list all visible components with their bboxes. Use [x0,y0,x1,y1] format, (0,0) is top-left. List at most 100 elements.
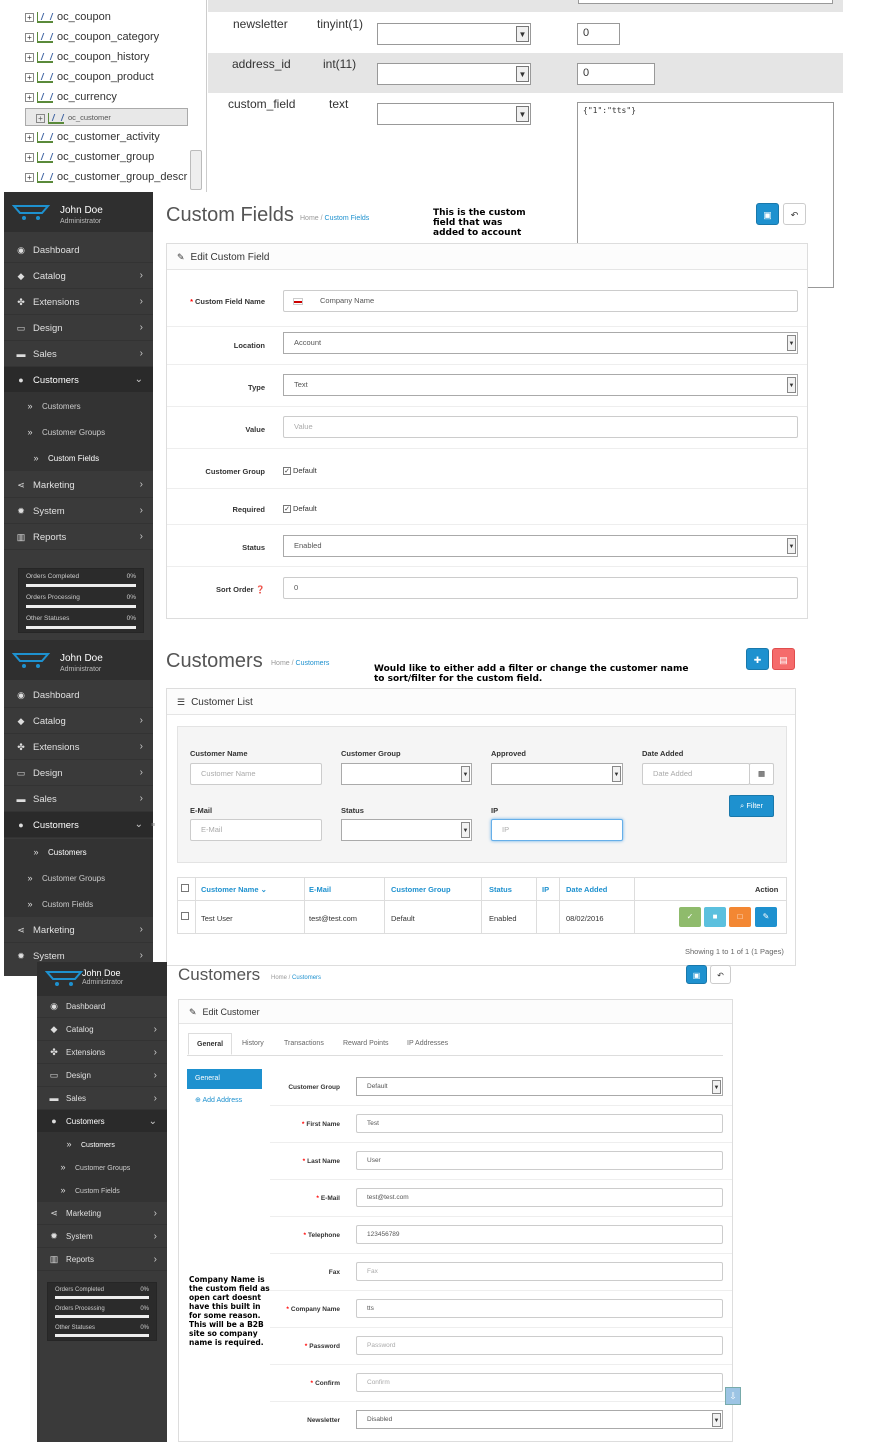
expand-icon[interactable]: + [25,152,34,162]
value-input[interactable]: 0 [577,23,620,45]
column-header-email[interactable]: E-Mail [309,885,331,894]
customer-group-select[interactable]: Default ▼ [356,1077,723,1096]
nav-sub-custom-fields[interactable]: » Custom Fields [37,1179,167,1202]
value-input[interactable] [578,0,833,4]
nav-catalog[interactable]: ◆ Catalog › [4,708,153,734]
tree-item[interactable]: + oc_customer_group [25,148,154,166]
customer-group-checkbox[interactable]: ✓ Default [283,466,317,476]
function-select[interactable]: ▼ [377,63,531,85]
location-select[interactable]: Account ▼ [283,332,798,354]
company-name-input[interactable]: tts [356,1299,723,1318]
expand-icon[interactable]: + [25,72,34,82]
tree-item[interactable]: + oc_currency [25,88,117,106]
expand-icon[interactable]: + [25,132,34,142]
type-select[interactable]: Text ▼ [283,374,798,396]
tree-item[interactable]: + oc_coupon_product [25,68,154,86]
tree-item[interactable]: + oc_customer_activity [25,128,160,146]
back-button[interactable]: ↶ [783,203,806,225]
email-input[interactable]: test@test.com [356,1188,723,1207]
tab-ip-addresses[interactable]: IP Addresses [399,1033,456,1055]
nav-extensions[interactable]: ✤ Extensions › [4,734,153,760]
nav-marketing[interactable]: ⋖ Marketing › [4,917,153,943]
filter-approved-select[interactable]: ▼ [491,763,623,785]
tab-general[interactable]: General [188,1033,233,1055]
nav-design[interactable]: ▭ Design › [4,760,153,786]
tree-item[interactable]: + oc_customer_group_descr [25,168,187,186]
nav-customers[interactable]: ● Customers ⌄ [37,1110,167,1133]
add-address-link[interactable]: ⊕ Add Address [195,1096,242,1104]
column-header-group[interactable]: Customer Group [391,885,451,894]
menu-toggle-icon[interactable]: ≡ [151,822,157,829]
nav-sales[interactable]: ▬ Sales › [4,341,153,367]
column-header-status[interactable]: Status [489,885,512,894]
nav-sub-customers[interactable]: » Customers [4,839,153,865]
nav-dashboard[interactable]: ◉ Dashboard [4,682,153,708]
nav-sub-customers[interactable]: » Customers [37,1133,167,1156]
nav-sub-customers[interactable]: » Customers [4,393,153,419]
nav-reports[interactable]: ▥ Reports › [37,1248,167,1271]
help-icon[interactable]: ❓ [256,585,265,594]
nav-marketing[interactable]: ⋖ Marketing › [4,472,153,498]
filter-name-input[interactable]: Customer Name [190,763,322,785]
select-all-checkbox[interactable] [181,883,191,893]
scroll-down-icon[interactable]: ⇩ [725,1387,741,1405]
sort-order-input[interactable]: 0 [283,577,798,599]
nav-marketing[interactable]: ⋖ Marketing › [37,1202,167,1225]
filter-button[interactable]: ⌕ Filter [729,795,774,817]
nav-catalog[interactable]: ◆ Catalog › [37,1018,167,1041]
value-input[interactable]: 0 [577,63,655,85]
tree-scrollbar[interactable] [190,150,202,190]
filter-email-input[interactable]: E-Mail [190,819,322,841]
nav-sales[interactable]: ▬ Sales › [37,1087,167,1110]
nav-sub-customer-groups[interactable]: » Customer Groups [37,1156,167,1179]
filter-status-select[interactable]: ▼ [341,819,472,841]
nav-design[interactable]: ▭ Design › [37,1064,167,1087]
tab-history[interactable]: History [234,1033,272,1055]
calendar-button[interactable]: ▦ [749,763,774,785]
save-button[interactable]: ▣ [756,203,779,225]
expand-icon[interactable]: + [25,12,34,22]
nav-reports[interactable]: ▥ Reports › [4,524,153,550]
nav-design[interactable]: ▭ Design › [4,315,153,341]
lock-button[interactable]: ■ [704,907,726,927]
nav-catalog[interactable]: ◆ Catalog › [4,263,153,289]
fax-input[interactable]: Fax [356,1262,723,1281]
column-header-ip[interactable]: IP [542,885,549,894]
edit-button[interactable]: ✎ [755,907,777,927]
expand-icon[interactable]: + [25,92,34,102]
required-checkbox[interactable]: ✓ Default [283,504,317,514]
vertical-tab-general[interactable]: General [187,1069,262,1089]
save-button[interactable]: ▣ [686,965,707,984]
nav-sales[interactable]: ▬ Sales › [4,786,153,812]
column-header-customer-name[interactable]: Customer Name ⌄ [201,885,267,894]
unlock-button[interactable]: □ [729,907,751,927]
telephone-input[interactable]: 123456789 [356,1225,723,1244]
last-name-input[interactable]: User [356,1151,723,1170]
tree-item[interactable]: + oc_coupon [25,8,111,26]
tree-item[interactable]: + oc_coupon_history [25,48,149,66]
newsletter-select[interactable]: Disabled ▼ [356,1410,723,1429]
nav-customers[interactable]: ● Customers ⌄ [4,812,153,838]
nav-dashboard[interactable]: ◉ Dashboard [37,995,167,1018]
nav-system[interactable]: ✹ System › [37,1225,167,1248]
expand-icon[interactable]: + [25,32,34,42]
approve-button[interactable]: ✓ [679,907,701,927]
custom-field-name-input[interactable]: Company Name [283,290,798,312]
status-select[interactable]: Enabled ▼ [283,535,798,557]
nav-system[interactable]: ✹ System › [4,498,153,524]
tab-reward-points[interactable]: Reward Points [335,1033,397,1055]
confirm-input[interactable]: Confirm [356,1373,723,1392]
filter-group-select[interactable]: ▼ [341,763,472,785]
delete-button[interactable]: ▤ [772,648,795,670]
tree-item-selected[interactable]: + oc_customer [25,108,188,126]
function-select[interactable]: ▼ [377,103,531,125]
nav-sub-customer-groups[interactable]: » Customer Groups [4,865,153,891]
row-checkbox[interactable] [181,911,191,921]
tab-transactions[interactable]: Transactions [276,1033,332,1055]
nav-dashboard[interactable]: ◉ Dashboard [4,237,153,263]
column-header-date[interactable]: Date Added [566,885,607,894]
expand-icon[interactable]: + [25,172,34,182]
nav-customers[interactable]: ● Customers ⌄ [4,367,153,393]
expand-icon[interactable]: + [25,52,34,62]
nav-extensions[interactable]: ✤ Extensions › [4,289,153,315]
